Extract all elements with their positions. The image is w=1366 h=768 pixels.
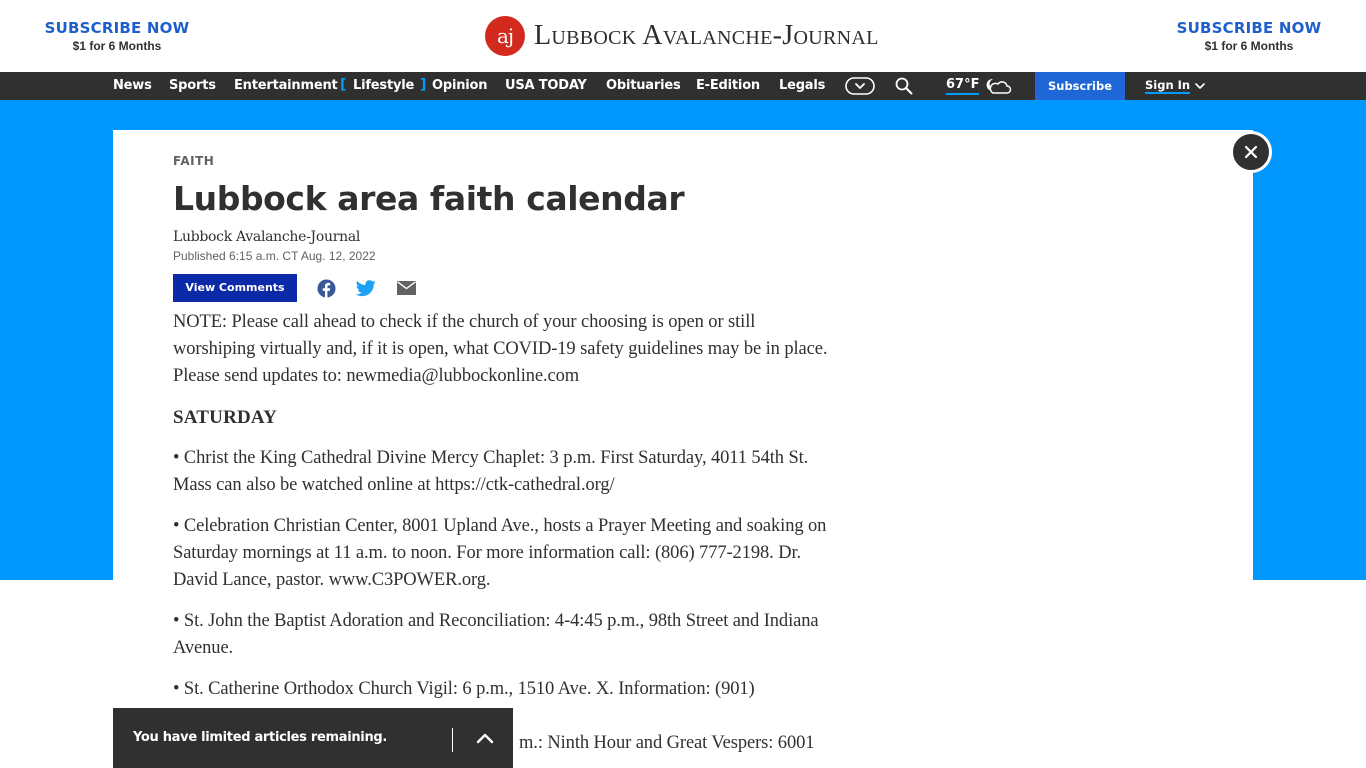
facebook-icon [316,278,336,298]
weather-temperature: 67°F [946,77,980,95]
nav-item-news[interactable]: News [113,72,152,100]
more-menu-button[interactable] [844,72,876,100]
partly-cloudy-night-icon [987,78,1012,94]
article-headline: Lubbock area faith calendar [173,179,685,218]
chevron-down-icon [1195,83,1205,89]
nav-item-usa-today[interactable]: USA TODAY [505,72,587,100]
promo-headline: SUBSCRIBE NOW [1176,19,1322,37]
main-nav: News Sports Entertainment [ Lifestyle ] … [0,72,1366,100]
active-bracket-open: [ [340,77,347,93]
logo-wordmark: Lubbock Avalanche-Journal [534,20,879,51]
nav-item-sports[interactable]: Sports [169,72,216,100]
share-email-button[interactable] [395,277,417,299]
close-button[interactable] [1230,131,1272,173]
section-label[interactable]: FAITH [173,150,833,172]
list-item: • Christ the King Cathedral Divine Mercy… [173,448,809,495]
list-item: • St. John the Baptist Adoration and Rec… [173,611,819,658]
close-icon [1244,145,1258,159]
nav-item-legals[interactable]: Legals [779,72,825,100]
email-icon [396,281,416,295]
share-facebook-button[interactable] [315,277,337,299]
article-note: NOTE: Please call ahead to check if the … [173,312,828,386]
list-item: • St. Catherine Orthodox Church Vigil: 6… [173,679,755,699]
promo-offer: $1 for 6 Months [1204,39,1294,53]
sign-in-menu[interactable]: Sign In [1145,72,1206,100]
search-icon [895,77,913,95]
twitter-icon [356,279,376,296]
share-bar: View Comments [173,274,833,302]
nav-item-e-edition[interactable]: E-Edition [696,72,760,100]
share-twitter-button[interactable] [355,277,377,299]
article-body: NOTE: Please call ahead to check if the … [173,309,833,757]
meter-message: You have limited articles remaining. [133,730,388,745]
search-button[interactable] [893,72,915,100]
chevron-circle-down-icon [845,77,875,95]
promo-headline: SUBSCRIBE NOW [44,19,190,37]
day-heading: SATURDAY [173,407,278,428]
list-item: • Celebration Christian Center, 8001 Upl… [173,516,827,590]
nav-item-entertainment[interactable]: Entertainment [234,72,338,100]
byline: Lubbock Avalanche-Journal [173,229,361,245]
subscribe-promo-left[interactable]: SUBSCRIBE NOW $1 for 6 Months [32,19,202,54]
nav-item-lifestyle[interactable]: Lifestyle [353,72,414,100]
masthead: SUBSCRIBE NOW $1 for 6 Months aj Lubbock… [0,0,1366,72]
meter-divider [452,728,453,752]
nav-item-opinion[interactable]: Opinion [432,72,488,100]
logo-mark-icon: aj [485,16,525,56]
site-logo[interactable]: aj Lubbock Avalanche-Journal [485,16,879,56]
weather-widget[interactable]: 67°F [946,72,1012,100]
promo-offer: $1 for 6 Months [72,39,162,53]
subscribe-promo-right[interactable]: SUBSCRIBE NOW $1 for 6 Months [1164,19,1334,54]
meter-expand-button[interactable] [468,723,502,753]
nav-item-obituaries[interactable]: Obituaries [606,72,681,100]
publish-date: Published 6:15 a.m. CT Aug. 12, 2022 [173,249,376,263]
article: FAITH Lubbock area faith calendar Lubboc… [173,150,833,768]
sign-in-label: Sign In [1145,77,1191,94]
chevron-up-icon [476,733,494,744]
active-bracket-close: ] [420,77,427,93]
article-meter-bar: You have limited articles remaining. [113,708,513,768]
subscribe-button[interactable]: Subscribe [1035,72,1125,100]
view-comments-button[interactable]: View Comments [173,274,297,302]
